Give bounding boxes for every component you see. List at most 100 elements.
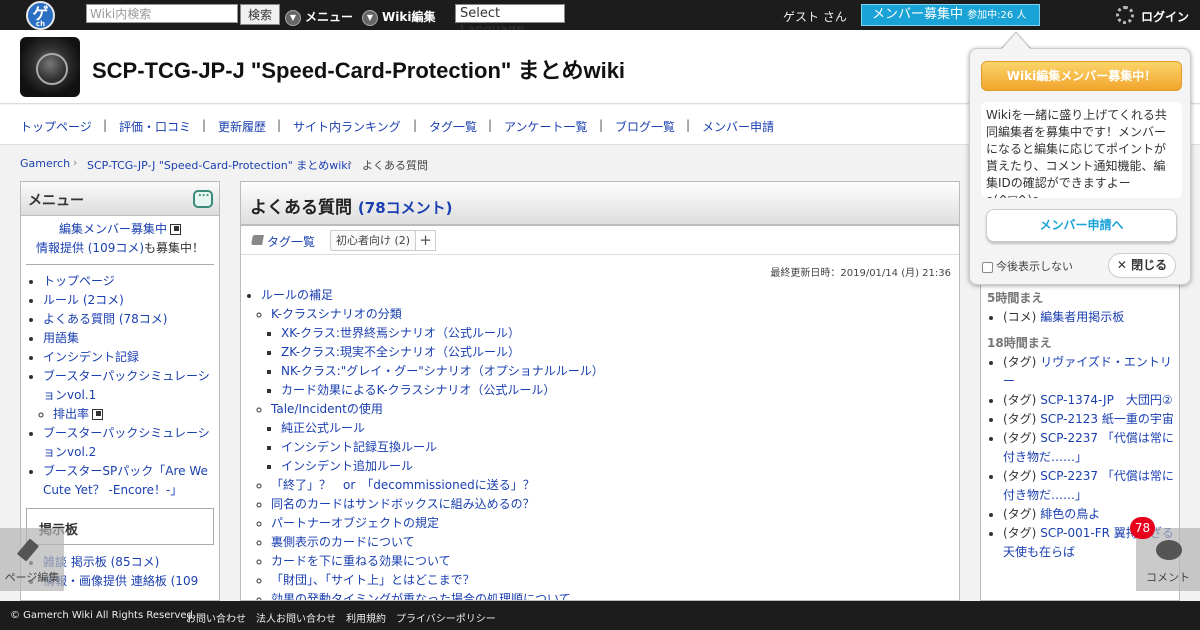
promo-edit-member-link[interactable]: 編集メンバー募集中 bbox=[59, 222, 167, 236]
language-select[interactable]: Select Language bbox=[455, 4, 565, 38]
site-logo[interactable] bbox=[20, 37, 80, 97]
guest-text: ゲスト さん bbox=[783, 10, 847, 24]
footer-corp-contact[interactable]: 法人お問い合わせ bbox=[256, 610, 336, 625]
sidebar-item-booster-vol2[interactable]: ブースターパックシミュレーションvol.2 bbox=[43, 426, 210, 459]
activity-prefix: (タグ) bbox=[1003, 355, 1037, 369]
breadcrumb-separator: › bbox=[73, 156, 78, 169]
nav-ranking[interactable]: サイト内ランキング bbox=[293, 118, 401, 135]
footer-terms[interactable]: 利用規約 bbox=[346, 610, 386, 625]
activity-prefix: (コメ) bbox=[1003, 310, 1037, 324]
toc-link[interactable]: K-クラスシナリオの分類 bbox=[271, 307, 402, 321]
activity-prefix: (タグ) bbox=[1003, 431, 1037, 445]
toc-item: K-クラスシナリオの分類 XK-クラス:世界終焉シナリオ（公式ルール） ZK-ク… bbox=[271, 305, 957, 400]
toc-link[interactable]: カード効果によるK-クラスシナリオ（公式ルール） bbox=[281, 383, 555, 397]
checkbox[interactable] bbox=[982, 261, 993, 273]
menu-toggle[interactable]: ▼ メニュー bbox=[285, 8, 353, 26]
gear-icon[interactable] bbox=[1116, 6, 1134, 24]
toc-link[interactable]: ルールの補足 bbox=[261, 288, 333, 302]
add-tag-button[interactable]: + bbox=[415, 230, 436, 251]
toc-item: XK-クラス:世界終焉シナリオ（公式ルール） bbox=[281, 324, 957, 343]
activity-time: 5時間まえ bbox=[987, 291, 1044, 305]
sidebar-item-top[interactable]: トップページ bbox=[43, 274, 115, 288]
sidebar-item-faq[interactable]: よくある質問 (78コメ) bbox=[43, 312, 167, 326]
nav-top-page[interactable]: トップページ bbox=[20, 118, 92, 135]
promo-info-link[interactable]: 情報提供 (109コメ) bbox=[36, 241, 144, 255]
sidebar-item-booster-sp[interactable]: ブースターSPパック「Are We Cute Yet？ -Encore！-」 bbox=[43, 464, 208, 497]
footer-contact[interactable]: お問い合わせ bbox=[186, 610, 246, 625]
activity-link[interactable]: SCP-1374-JP 大団円② bbox=[1040, 393, 1172, 407]
toc-link[interactable]: ZK-クラス:現実不全シナリオ（公式ルール） bbox=[281, 345, 520, 359]
wiki-edit-toggle[interactable]: ▼ Wiki編集 bbox=[362, 8, 435, 26]
activity-prefix: (タグ) bbox=[1003, 393, 1037, 407]
wiki-search-input[interactable] bbox=[86, 4, 238, 23]
nav-member-apply[interactable]: メンバー申請 bbox=[702, 118, 774, 135]
sidebar-item: ブースターパックシミュレーションvol.2 bbox=[43, 424, 219, 462]
tag-list-link[interactable]: タグ一覧 bbox=[267, 233, 315, 250]
gamerch-logo[interactable]: ゲ ch bbox=[26, 1, 55, 30]
nav-blogs[interactable]: ブログ一覧 bbox=[615, 118, 675, 135]
breadcrumb-wiki[interactable]: SCP-TCG-JP-J "Speed-Card-Protection" まとめ… bbox=[87, 157, 351, 173]
close-button[interactable]: ✕ 閉じる bbox=[1108, 253, 1176, 278]
nav-surveys[interactable]: アンケート一覧 bbox=[504, 118, 588, 135]
toc-link[interactable]: 純正公式ルール bbox=[281, 421, 365, 435]
tag-chip-beginner[interactable]: 初心者向け (2) bbox=[330, 230, 417, 251]
sidebar-item-incident[interactable]: インシデント記録 bbox=[43, 350, 139, 364]
toc-link[interactable]: 裏側表示のカードについて bbox=[271, 535, 415, 549]
toc-link[interactable]: 「終了」？ or 「decommissionedに送る」？ bbox=[271, 478, 535, 492]
activity-item: (タグ) SCP-2237 「代償は常に付き物だ……」 bbox=[1003, 467, 1179, 505]
sidebar-promo: 編集メンバー募集中 情報提供 (109コメ)も募集中！ bbox=[26, 216, 214, 265]
table-of-contents: ルールの補足 K-クラスシナリオの分類 XK-クラス:世界終焉シナリオ（公式ルー… bbox=[241, 286, 957, 600]
comment-label: コメント bbox=[1146, 571, 1190, 584]
toc-link[interactable]: パートナーオブジェクトの規定 bbox=[271, 516, 439, 530]
board-item-info[interactable]: 情報・画像提供 連絡板 (109 bbox=[43, 574, 198, 588]
member-apply-button[interactable]: メンバー申請へ bbox=[986, 209, 1177, 242]
toc-link[interactable]: XK-クラス:世界終焉シナリオ（公式ルール） bbox=[281, 326, 520, 340]
no-show-checkbox[interactable]: 今後表示しない bbox=[982, 258, 1073, 274]
login-link[interactable]: ログイン bbox=[1141, 8, 1189, 25]
footer-privacy[interactable]: プライバシーポリシー bbox=[396, 610, 496, 625]
activity-link[interactable]: 緋色の鳥よ bbox=[1040, 507, 1100, 521]
comment-count-link[interactable]: (78コメント) bbox=[358, 199, 453, 217]
main-content: よくある質問 (78コメント) タグ一覧 初心者向け (2) + 最終更新日時：… bbox=[240, 181, 960, 601]
activity-prefix: (タグ) bbox=[1003, 469, 1037, 483]
sidebar-item-rates[interactable]: 排出率 bbox=[53, 407, 89, 421]
nav-history[interactable]: 更新履歴 bbox=[218, 118, 266, 135]
page-edit-float-button[interactable]: ページ編集 bbox=[0, 528, 64, 591]
breadcrumb-current: よくある質問 bbox=[362, 159, 428, 172]
toc-link[interactable]: カードを下に重ねる効果について bbox=[271, 554, 451, 568]
sidebar-item-booster-vol1[interactable]: ブースターパックシミュレーションvol.1 bbox=[43, 369, 210, 402]
chat-icon[interactable] bbox=[193, 188, 213, 208]
top-bar: ゲch 検索 ▼ メニュー ▼ Wiki編集 Select Language ゲスト… bbox=[0, 0, 1200, 38]
toc-link[interactable]: 同名のカードはサンドボックスに組み込めるの？ bbox=[271, 497, 535, 511]
nav-separator: | bbox=[413, 118, 418, 132]
sidebar-item-rules[interactable]: ルール (2コメ) bbox=[43, 293, 124, 307]
toc-link[interactable]: Tale/Incidentの使用 bbox=[271, 402, 383, 416]
activity-link[interactable]: SCP-2123 紙一重の宇宙 bbox=[1040, 412, 1174, 426]
toc-link[interactable]: インシデント追加ルール bbox=[281, 459, 413, 473]
toc-item: ルールの補足 K-クラスシナリオの分類 XK-クラス:世界終焉シナリオ（公式ルー… bbox=[261, 286, 957, 600]
sidebar-item-glossary[interactable]: 用語集 bbox=[43, 331, 79, 345]
close-icon: ✕ bbox=[1116, 258, 1127, 272]
chevron-down-icon: ▼ bbox=[285, 9, 301, 26]
toc-link[interactable]: NK-クラス:"グレイ・グー"シナリオ（オプショナルルール） bbox=[281, 364, 604, 378]
activity-prefix: (タグ) bbox=[1003, 526, 1037, 540]
pen-icon bbox=[16, 538, 40, 562]
wiki-edit-label: Wiki編集 bbox=[382, 10, 436, 24]
activity-link[interactable]: 編集者用掲示板 bbox=[1040, 310, 1124, 324]
breadcrumb-gamerch[interactable]: Gamerch bbox=[20, 157, 70, 170]
activity-item: (タグ) SCP-2237 「代償は常に付き物だ……」 bbox=[1003, 429, 1179, 467]
nav-tags[interactable]: タグ一覧 bbox=[429, 118, 477, 135]
toc-link[interactable]: 「財団」、「サイト上」とはどこまで？ bbox=[271, 573, 475, 587]
toc-item: 純正公式ルール bbox=[281, 419, 957, 438]
nav-reviews[interactable]: 評価・口コミ bbox=[119, 118, 191, 135]
no-show-label: 今後表示しない bbox=[996, 260, 1073, 273]
sidebar-item: ルール (2コメ) bbox=[43, 291, 219, 310]
toc-link[interactable]: 効果の発動タイミングが重なった場合の処理順について bbox=[271, 592, 571, 600]
activity-list: (コメ) 編集者用掲示板 bbox=[981, 306, 1179, 327]
breadcrumb-separator: › bbox=[348, 156, 353, 169]
search-button[interactable]: 検索 bbox=[240, 4, 280, 25]
member-recruit-button[interactable]: メンバー募集中 参加中:26 人 bbox=[861, 4, 1040, 26]
tag-bar: タグ一覧 初心者向け (2) + bbox=[241, 226, 959, 255]
site-title[interactable]: SCP-TCG-JP-J "Speed-Card-Protection" まとめ… bbox=[92, 53, 625, 85]
toc-link[interactable]: インシデント記録互換ルール bbox=[281, 440, 437, 454]
